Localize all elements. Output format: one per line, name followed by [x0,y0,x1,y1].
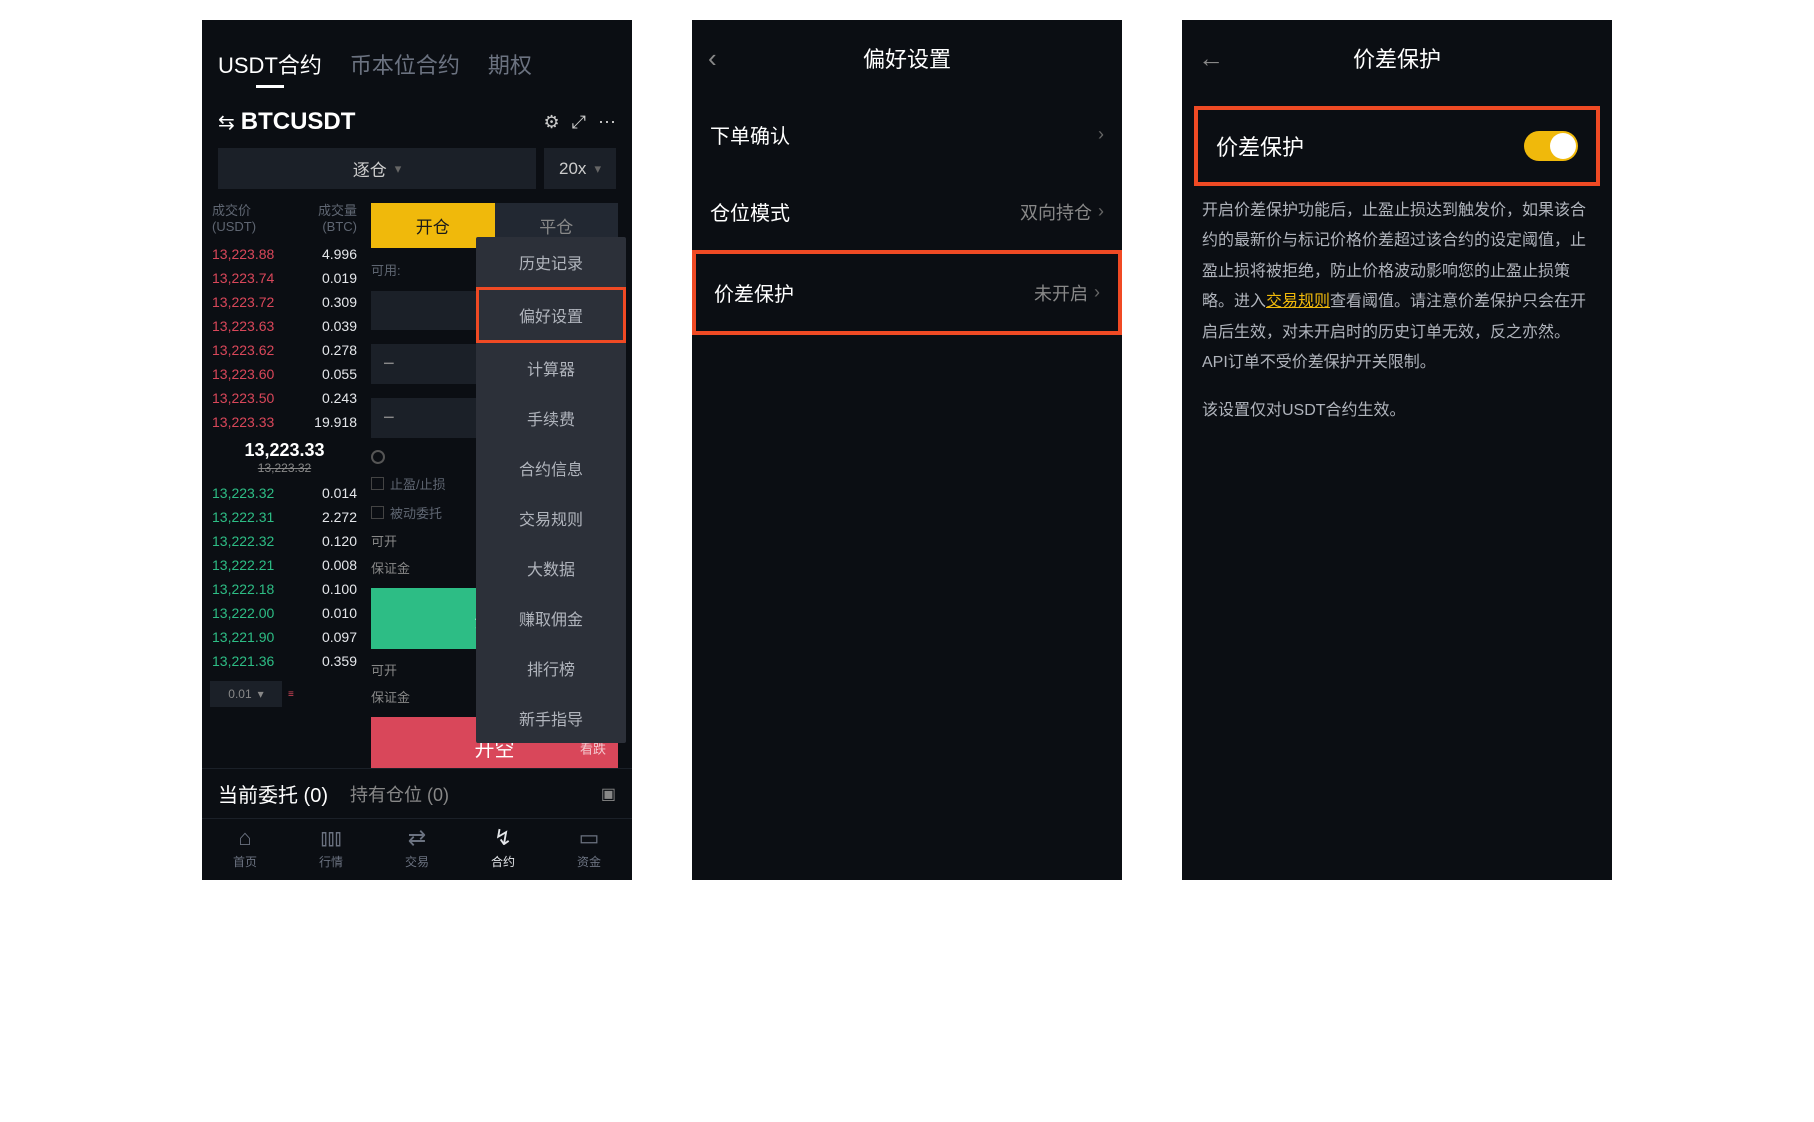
home-icon: ⌂ [202,825,288,851]
depth-icon[interactable]: ≡ [288,689,308,700]
note-text: 该设置仅对USDT合约生效。 [1182,378,1612,420]
page-title: 价差保护 [1198,42,1596,74]
tab-positions[interactable]: 持有仓位 (0) [350,781,449,807]
chevron-right-icon: › [1098,124,1104,145]
menu-item[interactable]: 偏好设置 [476,287,626,343]
mark-price: 13,223.32 [210,461,359,475]
ob-bid-row[interactable]: 13,221.900.097 [210,625,359,649]
nav-assets[interactable]: ▭资金 [546,825,632,870]
chevron-right-icon: › [1098,201,1104,222]
row-price-protection[interactable]: 价差保护 未开启› [692,250,1122,335]
ob-ask-row[interactable]: 13,223.600.055 [210,362,359,386]
margin-label: 保证金 [371,558,410,577]
last-price: 13,223.33 [210,440,359,461]
chart-icon: ⫾⫾⫾ [288,825,374,851]
screen-trading: USDT合约 币本位合约 期权 ⇆ BTCUSDT ⚙ ⤢ ⋯ 逐仓▾ 20x▾… [202,20,632,880]
symbol[interactable]: BTCUSDT [241,108,532,136]
max-open-label: 可开 [371,531,397,550]
orderbook: 成交价(USDT) 成交量(BTC) 13,223.884.99613,223.… [202,199,367,768]
ob-vol-unit: (BTC) [318,219,357,235]
panel-icon[interactable]: ▣ [601,784,616,804]
leverage-select[interactable]: 20x▾ [544,148,616,189]
ob-price-unit: (USDT) [212,219,256,235]
nav-markets[interactable]: ⫾⫾⫾行情 [288,825,374,870]
tpsl-label: 止盈/止损 [390,474,446,493]
row-order-confirm[interactable]: 下单确认 › [692,96,1122,173]
screen-price-protection: ← 价差保护 价差保护 开启价差保护功能后，止盈止损达到触发价，如果该合约的最新… [1182,20,1612,880]
more-dropdown: 历史记录偏好设置计算器手续费合约信息交易规则大数据赚取佣金排行榜新手指导 [476,237,626,743]
ob-ask-row[interactable]: 13,223.630.039 [210,314,359,338]
ob-ask-row[interactable]: 13,223.740.019 [210,266,359,290]
ob-ask-row[interactable]: 13,223.884.996 [210,242,359,266]
max-open-label: 可开 [371,660,397,679]
radio-icon[interactable] [371,450,385,464]
menu-item[interactable]: 新手指导 [476,693,626,743]
menu-item[interactable]: 交易规则 [476,493,626,543]
chart-settings-icon[interactable]: ⚙ [543,112,559,133]
swap-icon: ⇆ [218,110,235,135]
ob-ask-row[interactable]: 13,223.500.243 [210,386,359,410]
trading-rules-link[interactable]: 交易规则 [1266,293,1330,310]
nav-trade[interactable]: ⇄交易 [374,825,460,870]
margin-label: 保证金 [371,687,410,706]
menu-item[interactable]: 手续费 [476,393,626,443]
menu-item[interactable]: 合约信息 [476,443,626,493]
futures-icon: ↯ [460,825,546,851]
price-protection-toggle-row: 价差保护 [1194,106,1600,186]
chevron-right-icon: › [1094,282,1100,303]
chart-icon[interactable]: ⤢ [572,112,586,133]
nav-home[interactable]: ⌂首页 [202,825,288,870]
price-grouping-select[interactable]: 0.01▾ [210,681,282,707]
more-icon[interactable]: ⋯ [598,112,616,133]
tab-options[interactable]: 期权 [488,48,532,80]
checkbox[interactable] [371,506,384,519]
wallet-icon: ▭ [546,825,632,851]
tab-usdt-futures[interactable]: USDT合约 [218,48,322,80]
tab-open-orders[interactable]: 当前委托 (0) [218,779,328,808]
ob-ask-row[interactable]: 13,223.3319.918 [210,410,359,434]
ob-bid-row[interactable]: 13,222.180.100 [210,577,359,601]
menu-item[interactable]: 大数据 [476,543,626,593]
ob-vol-label: 成交量 [318,203,357,219]
chevron-down-icon: ▾ [395,161,402,177]
passive-label: 被动委托 [390,503,442,522]
ob-bid-row[interactable]: 13,222.210.008 [210,553,359,577]
ob-price-label: 成交价 [212,203,256,219]
toggle-switch[interactable] [1524,131,1578,161]
toggle-label: 价差保护 [1216,130,1304,162]
menu-item[interactable]: 历史记录 [476,237,626,287]
margin-mode-select[interactable]: 逐仓▾ [218,148,536,189]
nav-futures[interactable]: ↯合约 [460,825,546,870]
row-position-mode[interactable]: 仓位模式 双向持仓› [692,173,1122,250]
description-text: 开启价差保护功能后，止盈止损达到触发价，如果该合约的最新价与标记价格价差超过该合… [1182,196,1612,378]
ob-bid-row[interactable]: 13,222.320.120 [210,529,359,553]
chevron-down-icon: ▾ [594,161,601,177]
ob-ask-row[interactable]: 13,223.620.278 [210,338,359,362]
ob-bid-row[interactable]: 13,223.320.014 [210,481,359,505]
back-icon[interactable]: ← [1198,43,1224,74]
screen-preferences: ‹ 偏好设置 下单确认 › 仓位模式 双向持仓› 价差保护 未开启› [692,20,1122,880]
ob-bid-row[interactable]: 13,222.000.010 [210,601,359,625]
ob-bid-row[interactable]: 13,222.312.272 [210,505,359,529]
menu-item[interactable]: 计算器 [476,343,626,393]
ob-ask-row[interactable]: 13,223.720.309 [210,290,359,314]
trade-icon: ⇄ [374,825,460,851]
back-icon[interactable]: ‹ [708,43,717,74]
menu-item[interactable]: 赚取佣金 [476,593,626,643]
tab-coin-futures[interactable]: 币本位合约 [350,48,460,80]
checkbox[interactable] [371,477,384,490]
page-title: 偏好设置 [708,42,1106,74]
ob-bid-row[interactable]: 13,221.360.359 [210,649,359,673]
menu-item[interactable]: 排行榜 [476,643,626,693]
